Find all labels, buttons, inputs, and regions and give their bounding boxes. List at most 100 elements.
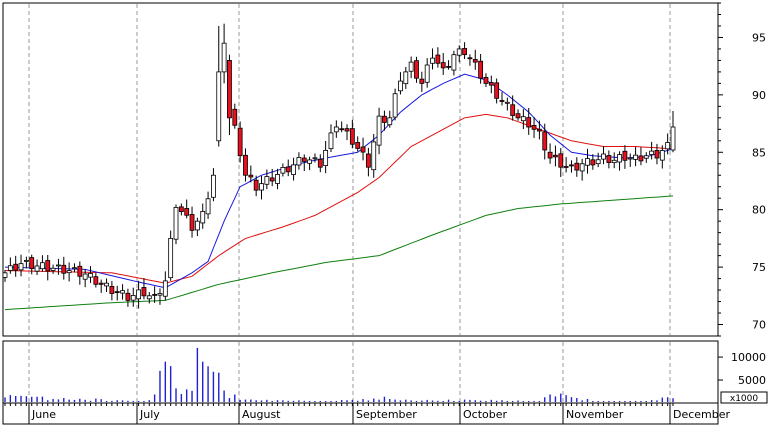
candle-body-down <box>285 166 291 173</box>
candle-body-up <box>376 115 382 146</box>
candle-body-down <box>590 159 596 166</box>
price-tick-label: 70 <box>752 319 766 332</box>
candle-body-up <box>307 159 313 164</box>
candle-body-down <box>622 150 628 161</box>
candle-body-down <box>515 113 521 119</box>
candle-body-up <box>2 272 8 278</box>
candle-body-up <box>205 198 211 215</box>
month-label: August <box>242 408 281 421</box>
candle-body-down <box>317 158 323 168</box>
candle-body-up <box>34 265 40 272</box>
candle-body-up <box>659 150 665 161</box>
candle-body-up <box>56 264 61 267</box>
price-tick-label: 95 <box>752 31 766 44</box>
candle-body-up <box>72 267 77 270</box>
candle-body-down <box>488 82 494 86</box>
candle-body-down <box>184 208 190 216</box>
candle-body-up <box>403 71 409 85</box>
candle-body-up <box>50 267 56 271</box>
month-label: December <box>673 408 731 421</box>
candle-body-down <box>558 153 564 168</box>
candle-body-down <box>301 157 307 162</box>
candle-body-down <box>349 128 355 145</box>
candle-body-down <box>178 206 184 213</box>
volume-tick-label: 10000 <box>731 351 766 364</box>
candle-body-up <box>146 295 152 300</box>
candle-body-down <box>339 128 345 131</box>
month-label: September <box>356 408 417 421</box>
candle-body-down <box>414 60 419 79</box>
candle-body-down <box>510 104 516 116</box>
candle-body-up <box>211 174 216 198</box>
volume-tick-label: 5000 <box>738 374 766 387</box>
candle-body-down <box>243 154 248 176</box>
candle-body-down <box>542 131 548 151</box>
candle-body-up <box>333 126 339 133</box>
candle-body-down <box>344 128 350 132</box>
candle-body-down <box>152 294 158 296</box>
price-tick-label: 90 <box>752 89 766 102</box>
candle <box>168 230 174 281</box>
candle-body-up <box>88 273 93 278</box>
stock-chart: 70 75 80 85 90 95 5000 10000 x1000 June July Augu… <box>2 2 768 425</box>
month-label: June <box>31 408 56 421</box>
candle-body-up <box>392 93 398 118</box>
candle-body-down <box>446 65 451 68</box>
price-tick-label: 75 <box>752 261 766 274</box>
candle-body-up <box>104 282 109 287</box>
candle-body-up <box>291 164 296 175</box>
candle-body-up <box>617 154 622 163</box>
candle-body-down <box>232 108 238 126</box>
candle-body-up <box>424 64 430 83</box>
candle-body-up <box>633 154 638 160</box>
candle-body-down <box>526 117 532 128</box>
candle-body-down <box>13 263 19 271</box>
candle-body-up <box>430 57 435 64</box>
candle-body-down <box>547 151 553 159</box>
candle-body-up <box>200 211 206 224</box>
price-tick-label: 80 <box>752 204 766 217</box>
candle-body-down <box>189 214 195 231</box>
candle-body-up <box>456 48 462 56</box>
candle-body-down <box>499 100 505 102</box>
candle-body-down <box>462 48 467 56</box>
candle-body-up <box>23 260 29 262</box>
month-label: October <box>463 408 507 421</box>
candle-body-down <box>248 174 254 178</box>
candle-body-down <box>440 62 446 69</box>
candle-body-up <box>7 265 13 271</box>
price-tick-label: 85 <box>752 146 766 159</box>
candle-body-down <box>98 282 104 285</box>
candle-body-up <box>66 270 72 274</box>
candle-body-down <box>114 291 120 294</box>
candle-body-down <box>125 292 131 301</box>
candle-body-up <box>371 141 377 171</box>
candle-body-down <box>45 260 51 272</box>
candle-body-down <box>494 82 500 99</box>
candle-body-down <box>109 286 115 294</box>
candle-body-up <box>216 71 222 142</box>
candle-body-down <box>227 60 232 119</box>
candle-body-up <box>585 158 590 166</box>
candle-body-down <box>553 154 558 158</box>
candle-body-up <box>670 126 676 151</box>
candle-body-down <box>472 59 478 63</box>
candle-body-up <box>173 206 179 240</box>
candle-body-up <box>387 117 393 126</box>
candle-body-up <box>328 132 334 150</box>
candle-body-up <box>120 290 125 294</box>
candle-body-down <box>29 257 35 270</box>
candle-body-down <box>141 287 147 297</box>
candle <box>173 204 179 245</box>
candle-body-up <box>649 150 655 156</box>
candle-body-down <box>237 127 243 157</box>
candle-body-down <box>537 128 542 132</box>
candle-body-up <box>194 220 200 231</box>
candle-body-up <box>611 159 617 164</box>
candle-body-up <box>643 155 649 159</box>
candle-body-up <box>221 42 227 73</box>
candle-body-down <box>253 179 259 191</box>
candle-body-down <box>606 155 612 164</box>
candle-body-up <box>18 263 24 271</box>
candle-body-up <box>82 273 88 280</box>
